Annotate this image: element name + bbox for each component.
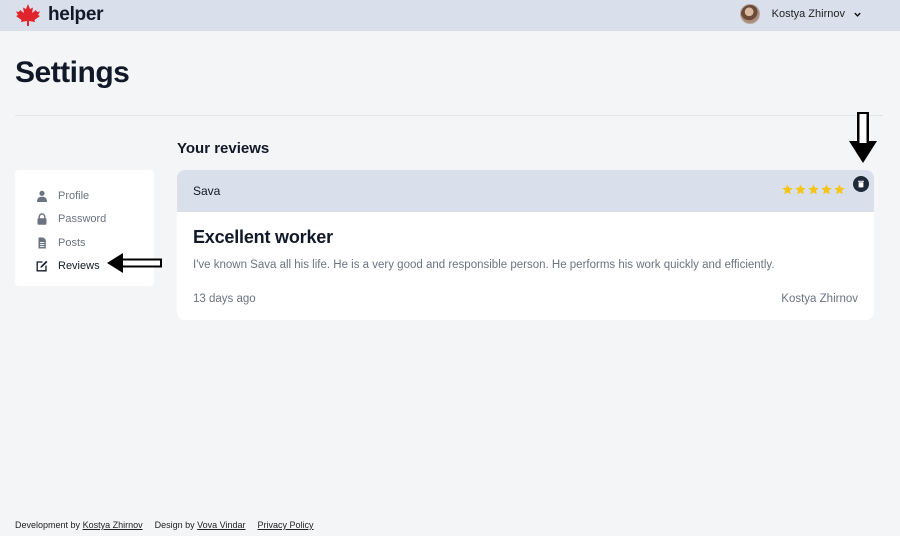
user-icon <box>37 190 47 202</box>
lock-icon <box>37 213 47 226</box>
footer-design-link[interactable]: Vova Vindar <box>197 520 245 530</box>
brand[interactable]: helper <box>15 4 104 26</box>
down-arrow-icon <box>849 112 877 163</box>
trash-icon <box>858 180 864 188</box>
user-name: Kostya Zhirnov <box>771 8 845 20</box>
edit-icon <box>36 261 48 272</box>
sidebar-item-profile[interactable]: Profile <box>15 184 154 208</box>
avatar <box>739 4 760 24</box>
star-icon <box>821 184 832 195</box>
review-card: Sava Excellent worker I've known Sava al… <box>177 170 874 320</box>
star-icon <box>795 184 806 195</box>
review-footer: 13 days ago Kostya Zhirnov <box>193 293 858 305</box>
sidebar-item-password[interactable]: Password <box>15 208 154 232</box>
review-author: Kostya Zhirnov <box>781 293 858 305</box>
review-text: I've known Sava all his life. He is a ve… <box>193 259 775 271</box>
review-date: 13 days ago <box>193 293 256 305</box>
footer-dev-prefix: Development by <box>15 520 81 530</box>
footer-design-prefix: Design by <box>154 520 195 530</box>
document-icon <box>38 237 46 249</box>
review-body: Excellent worker I've known Sava all his… <box>177 212 874 273</box>
top-bar: helper Kostya Zhirnov <box>0 0 900 31</box>
review-header: Sava <box>177 170 874 212</box>
chevron-down-icon <box>854 12 861 17</box>
star-rating <box>780 184 845 195</box>
privacy-policy-link[interactable]: Privacy Policy <box>258 520 314 530</box>
sidebar-item-label: Password <box>58 213 107 226</box>
section-title: Your reviews <box>177 140 270 157</box>
star-icon <box>808 184 819 195</box>
page-footer: Development by Kostya Zhirnov Design by … <box>15 520 314 530</box>
divider <box>15 115 883 116</box>
left-arrow-icon <box>107 253 162 273</box>
sidebar-item-label: Profile <box>58 189 90 202</box>
review-title: Excellent worker <box>193 227 333 247</box>
sidebar-item-label: Reviews <box>58 260 100 273</box>
star-icon <box>782 184 793 195</box>
footer-dev-link[interactable]: Kostya Zhirnov <box>83 520 143 530</box>
footer-dev: Development by Kostya Zhirnov <box>15 520 143 530</box>
reviewee-name: Sava <box>193 184 221 198</box>
footer-design: Design by Vova Vindar <box>155 520 246 530</box>
user-menu[interactable]: Kostya Zhirnov <box>739 4 862 24</box>
delete-review-button[interactable] <box>853 176 869 192</box>
star-icon <box>834 184 845 195</box>
brand-name: helper <box>48 4 104 25</box>
maple-leaf-icon <box>16 4 40 26</box>
sidebar-item-label: Posts <box>58 236 86 249</box>
page-title: Settings <box>15 56 130 89</box>
